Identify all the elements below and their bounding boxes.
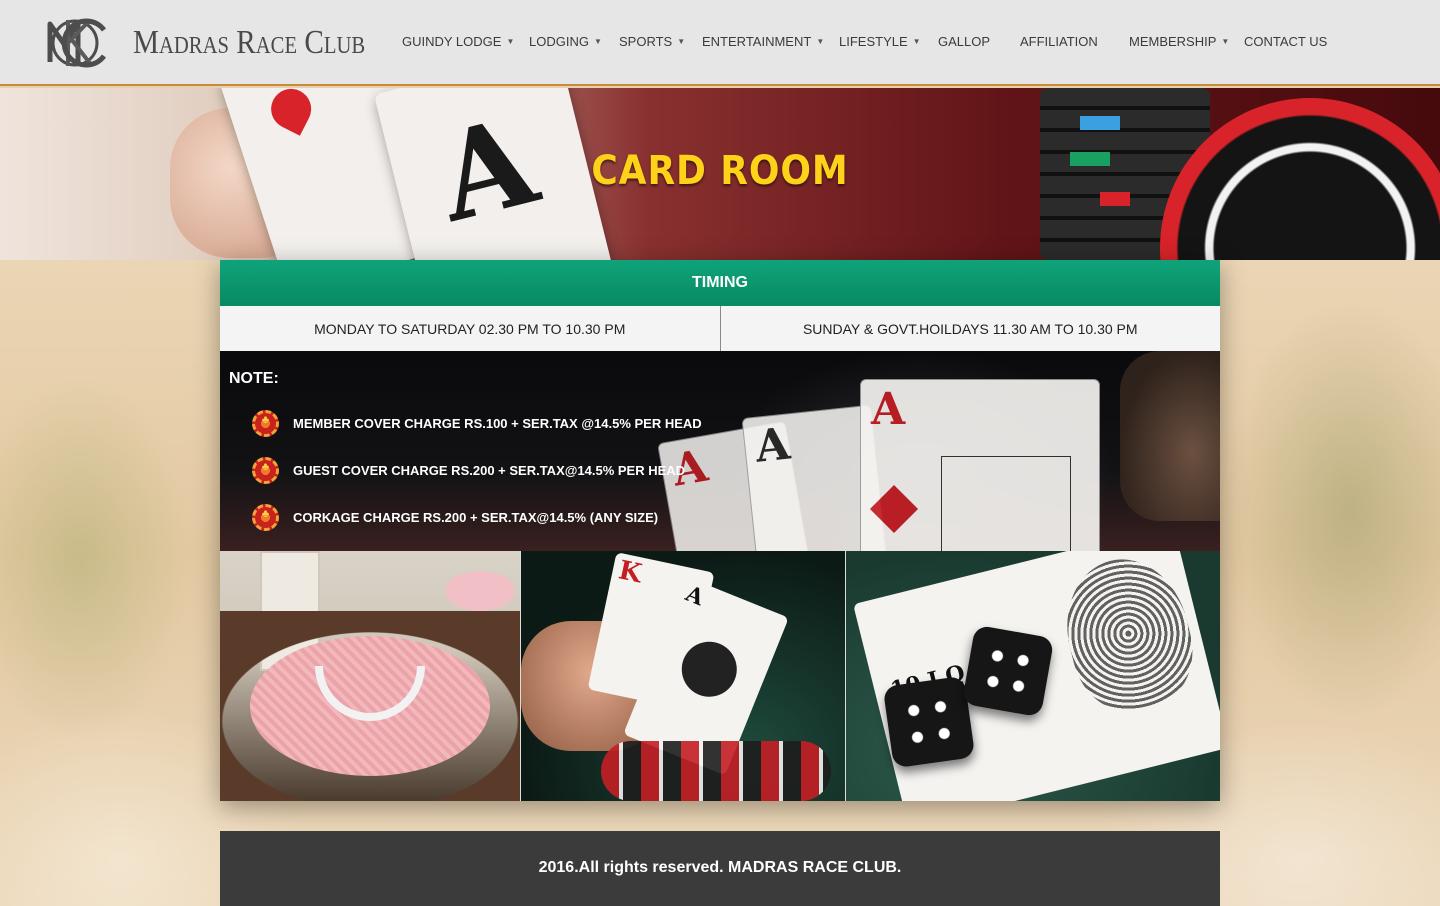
- card-table-photo[interactable]: [220, 551, 521, 801]
- note-text: CORKAGE CHARGE RS.200 + SER.TAX@14.5% (A…: [293, 510, 659, 525]
- nav-item-gallop[interactable]: GALLOP: [938, 34, 990, 49]
- note-text: GUEST COVER CHARGE RS.200 + SER.TAX@14.5…: [293, 463, 686, 478]
- nav-item-label: LODGING: [529, 34, 589, 49]
- note-item: MEMBER COVER CHARGE RS.100 + SER.TAX @14…: [252, 410, 702, 437]
- nav-item-affiliation[interactable]: AFFILIATION: [1020, 34, 1098, 49]
- site-footer: 2016.All rights reserved. MADRAS RACE CL…: [220, 831, 1220, 906]
- nav-item-contact-us[interactable]: CONTACT US: [1244, 34, 1327, 49]
- nav-item-lodging[interactable]: LODGING ▼: [529, 34, 602, 49]
- nav-item-label: LIFESTYLE: [839, 34, 908, 49]
- poker-chip-icon: [252, 457, 279, 484]
- nav-item-entertainment[interactable]: ENTERTAINMENT ▼: [702, 34, 824, 49]
- note-item: GUEST COVER CHARGE RS.200 + SER.TAX@14.5…: [252, 457, 685, 484]
- cards-and-dice-photo[interactable]: 10 J Q K A: [846, 551, 1220, 801]
- nav-item-sports[interactable]: SPORTS ▼: [619, 34, 685, 49]
- timing-row: MONDAY TO SATURDAY 02.30 PM TO 10.30 PM …: [220, 306, 1220, 351]
- page-title: CARD ROOM: [591, 148, 849, 194]
- chevron-down-icon: ▼: [816, 37, 825, 46]
- nav-item-membership[interactable]: MEMBERSHIP ▼: [1129, 34, 1229, 49]
- nav-item-label: AFFILIATION: [1020, 34, 1098, 49]
- site-header: Madras Race Club GUINDY LODGE ▼ LODGING …: [0, 0, 1440, 86]
- weekend-timing: SUNDAY & GOVT.HOILDAYS 11.30 AM TO 10.30…: [719, 306, 1221, 351]
- note-text: MEMBER COVER CHARGE RS.100 + SER.TAX @14…: [293, 416, 702, 431]
- hand-holding-cards-photo[interactable]: K A: [521, 551, 846, 801]
- club-name-logo[interactable]: Madras Race Club: [133, 24, 365, 62]
- nav-item-label: SPORTS: [619, 34, 673, 49]
- timing-header: TIMING: [220, 260, 1220, 306]
- chevron-down-icon: ▼: [506, 37, 515, 46]
- note-section: A A A NOTE: MEMBER COVER CHARGE RS.100 +…: [220, 351, 1220, 551]
- copyright-text: 2016.All rights reserved. MADRAS RACE CL…: [538, 859, 902, 876]
- nav-item-label: GALLOP: [938, 34, 991, 49]
- chevron-down-icon: ▼: [1221, 37, 1230, 46]
- nav-item-label: MEMBERSHIP: [1129, 34, 1217, 49]
- hero-banner: A CARD ROOM: [0, 88, 1440, 260]
- dice-icon: [882, 675, 976, 769]
- chevron-down-icon: ▼: [912, 37, 921, 46]
- dice-icon: [961, 624, 1055, 718]
- poker-chip-icon: [252, 410, 279, 437]
- card-room-panel: TIMING MONDAY TO SATURDAY 02.30 PM TO 10…: [220, 260, 1220, 801]
- chevron-down-icon: ▼: [677, 37, 686, 46]
- note-title: NOTE:: [229, 370, 279, 387]
- ace-diamonds-card-image: A: [860, 379, 1100, 551]
- note-item: CORKAGE CHARGE RS.200 + SER.TAX@14.5% (A…: [252, 504, 658, 531]
- photo-gallery: K A 10 J Q K A: [220, 551, 1220, 801]
- nav-item-label: CONTACT US: [1244, 34, 1328, 49]
- weekday-timing: MONDAY TO SATURDAY 02.30 PM TO 10.30 PM: [314, 320, 626, 337]
- hand-image: [1120, 351, 1220, 521]
- nav-item-label: GUINDY LODGE: [402, 34, 502, 49]
- chevron-down-icon: ▼: [593, 37, 602, 46]
- poker-chip-icon: [252, 504, 279, 531]
- nav-item-guindy-lodge[interactable]: GUINDY LODGE ▼: [402, 34, 514, 49]
- nav-item-label: ENTERTAINMENT: [702, 34, 812, 49]
- nav-item-lifestyle[interactable]: LIFESTYLE ▼: [839, 34, 921, 49]
- club-monogram-logo[interactable]: [42, 10, 112, 76]
